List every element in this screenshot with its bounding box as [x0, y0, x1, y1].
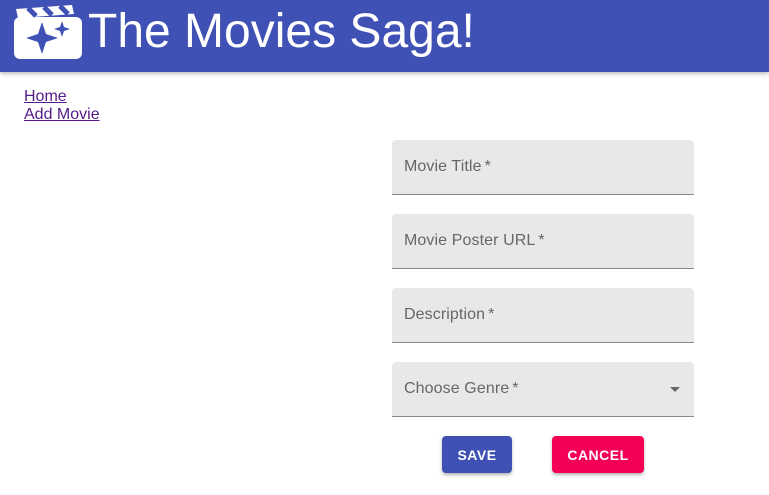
genre-label: Choose Genre *	[404, 380, 519, 397]
description-label: Description *	[404, 306, 495, 323]
movie-title-label: Movie Title *	[404, 158, 491, 175]
app-title: The Movies Saga!	[88, 5, 475, 58]
save-button[interactable]: SAVE	[442, 436, 512, 473]
genre-select[interactable]: Choose Genre *	[392, 362, 694, 417]
movie-clapperboard-icon	[14, 5, 82, 59]
dropdown-arrow-icon	[670, 387, 680, 392]
movie-poster-url-label: Movie Poster URL *	[404, 232, 545, 249]
description-field[interactable]: Description *	[392, 288, 694, 343]
nav-links: Home Add Movie	[24, 88, 100, 124]
home-link[interactable]: Home	[24, 88, 100, 106]
movie-poster-url-field[interactable]: Movie Poster URL *	[392, 214, 694, 269]
add-movie-link[interactable]: Add Movie	[24, 106, 100, 124]
cancel-button[interactable]: CANCEL	[552, 436, 644, 473]
movie-title-field[interactable]: Movie Title *	[392, 140, 694, 195]
app-bar: The Movies Saga!	[0, 0, 769, 72]
